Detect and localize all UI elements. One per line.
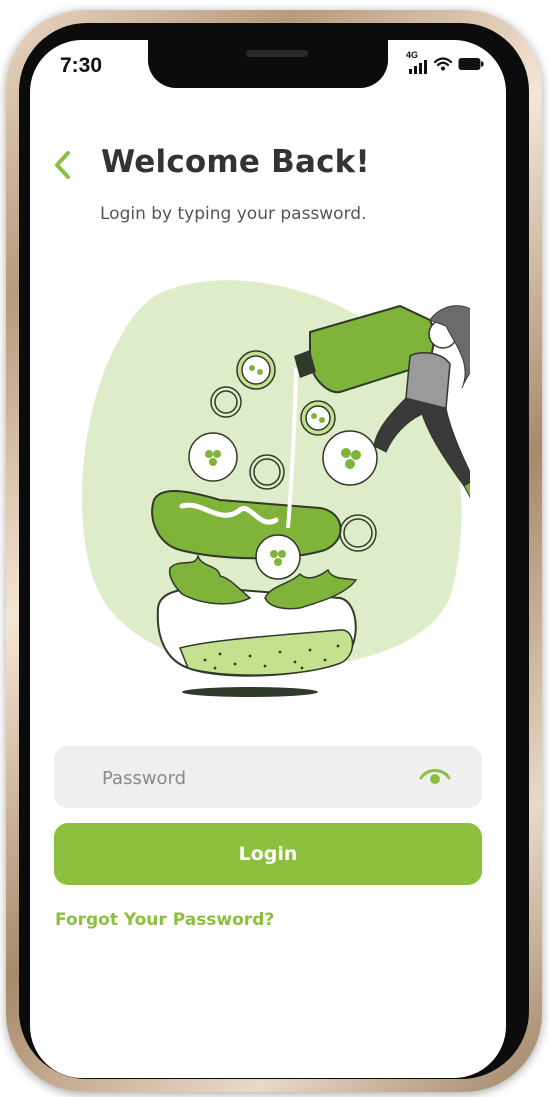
page: 7:30 4G Welcome Back! Login by typing yo… xyxy=(0,0,549,1097)
wifi-icon xyxy=(434,57,452,71)
login-button[interactable]: Login xyxy=(54,823,482,885)
status-icons: 4G xyxy=(406,50,484,74)
salad-sauce-illustration xyxy=(81,280,470,697)
eye-icon[interactable] xyxy=(418,764,452,790)
chevron-left-icon[interactable] xyxy=(50,148,76,182)
phone-screen: 7:30 4G Welcome Back! Login by typing yo… xyxy=(30,40,506,1078)
page-subtitle: Login by typing your password. xyxy=(100,204,367,224)
speaker-grille xyxy=(246,50,308,57)
battery-icon xyxy=(458,58,484,70)
notch xyxy=(148,40,388,88)
status-time: 7:30 xyxy=(60,54,103,77)
page-title: Welcome Back! xyxy=(101,144,370,180)
password-input[interactable] xyxy=(100,746,404,810)
password-field[interactable] xyxy=(54,746,482,810)
forgot-password-link[interactable]: Forgot Your Password? xyxy=(55,910,274,930)
signal-icon: 4G xyxy=(406,50,428,74)
network-type: 4G xyxy=(406,50,419,60)
